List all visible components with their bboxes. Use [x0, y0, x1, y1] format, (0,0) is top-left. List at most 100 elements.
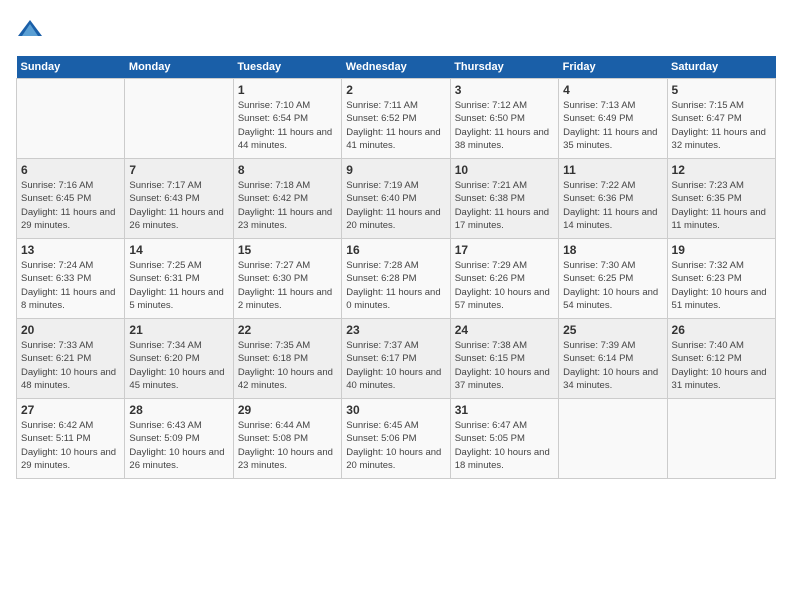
day-info: Sunrise: 7:16 AM Sunset: 6:45 PM Dayligh…: [21, 179, 120, 232]
day-info: Sunrise: 6:47 AM Sunset: 5:05 PM Dayligh…: [455, 419, 554, 472]
day-number: 27: [21, 403, 120, 417]
calendar-cell: 15 Sunrise: 7:27 AM Sunset: 6:30 PM Dayli…: [233, 239, 341, 319]
day-number: 10: [455, 163, 554, 177]
day-info: Sunrise: 6:45 AM Sunset: 5:06 PM Dayligh…: [346, 419, 445, 472]
calendar-week-3: 13Sunrise: 7:24 AM Sunset: 6:33 PM Dayli…: [17, 239, 776, 319]
calendar-cell: 7 Sunrise: 7:17 AM Sunset: 6:43 PM Daylig…: [125, 159, 233, 239]
calendar-cell: 23 Sunrise: 7:37 AM Sunset: 6:17 PM Dayli…: [342, 319, 450, 399]
day-number: 28: [129, 403, 228, 417]
day-info: Sunrise: 7:37 AM Sunset: 6:17 PM Dayligh…: [346, 339, 445, 392]
calendar-cell: 25 Sunrise: 7:39 AM Sunset: 6:14 PM Dayli…: [559, 319, 667, 399]
day-number: 20: [21, 323, 120, 337]
weekday-header-monday: Monday: [125, 56, 233, 79]
day-number: 11: [563, 163, 662, 177]
page-header: [16, 16, 776, 44]
weekday-header-saturday: Saturday: [667, 56, 775, 79]
day-number: 7: [129, 163, 228, 177]
calendar-cell: 9 Sunrise: 7:19 AM Sunset: 6:40 PM Daylig…: [342, 159, 450, 239]
day-number: 18: [563, 243, 662, 257]
day-info: Sunrise: 7:18 AM Sunset: 6:42 PM Dayligh…: [238, 179, 337, 232]
day-info: Sunrise: 7:39 AM Sunset: 6:14 PM Dayligh…: [563, 339, 662, 392]
calendar-cell: 12 Sunrise: 7:23 AM Sunset: 6:35 PM Dayli…: [667, 159, 775, 239]
day-info: Sunrise: 7:21 AM Sunset: 6:38 PM Dayligh…: [455, 179, 554, 232]
day-info: Sunrise: 7:29 AM Sunset: 6:26 PM Dayligh…: [455, 259, 554, 312]
day-info: Sunrise: 7:17 AM Sunset: 6:43 PM Dayligh…: [129, 179, 228, 232]
day-info: Sunrise: 6:44 AM Sunset: 5:08 PM Dayligh…: [238, 419, 337, 472]
weekday-header-thursday: Thursday: [450, 56, 558, 79]
day-number: 5: [672, 83, 771, 97]
day-info: Sunrise: 7:32 AM Sunset: 6:23 PM Dayligh…: [672, 259, 771, 312]
day-number: 9: [346, 163, 445, 177]
day-info: Sunrise: 6:43 AM Sunset: 5:09 PM Dayligh…: [129, 419, 228, 472]
calendar-week-4: 20 Sunrise: 7:33 AM Sunset: 6:21 PM Dayli…: [17, 319, 776, 399]
day-number: 22: [238, 323, 337, 337]
calendar-cell: [667, 399, 775, 479]
day-info: Sunrise: 7:40 AM Sunset: 6:12 PM Dayligh…: [672, 339, 771, 392]
calendar-cell: 21 Sunrise: 7:34 AM Sunset: 6:20 PM Dayli…: [125, 319, 233, 399]
calendar-cell: 24Sunrise: 7:38 AM Sunset: 6:15 PM Dayli…: [450, 319, 558, 399]
calendar-cell: [17, 79, 125, 159]
calendar-cell: 6 Sunrise: 7:16 AM Sunset: 6:45 PM Daylig…: [17, 159, 125, 239]
day-number: 19: [672, 243, 771, 257]
calendar-cell: [125, 79, 233, 159]
day-info: Sunrise: 7:12 AM Sunset: 6:50 PM Dayligh…: [455, 99, 554, 152]
calendar-cell: 17Sunrise: 7:29 AM Sunset: 6:26 PM Dayli…: [450, 239, 558, 319]
weekday-header-friday: Friday: [559, 56, 667, 79]
day-info: Sunrise: 7:10 AM Sunset: 6:54 PM Dayligh…: [238, 99, 337, 152]
day-number: 30: [346, 403, 445, 417]
calendar-cell: 16 Sunrise: 7:28 AM Sunset: 6:28 PM Dayli…: [342, 239, 450, 319]
day-number: 15: [238, 243, 337, 257]
day-number: 25: [563, 323, 662, 337]
calendar-cell: 3Sunrise: 7:12 AM Sunset: 6:50 PM Daylig…: [450, 79, 558, 159]
day-number: 6: [21, 163, 120, 177]
day-number: 31: [455, 403, 554, 417]
day-info: Sunrise: 7:33 AM Sunset: 6:21 PM Dayligh…: [21, 339, 120, 392]
calendar-week-1: 1Sunrise: 7:10 AM Sunset: 6:54 PM Daylig…: [17, 79, 776, 159]
day-number: 12: [672, 163, 771, 177]
calendar-cell: 29 Sunrise: 6:44 AM Sunset: 5:08 PM Dayli…: [233, 399, 341, 479]
weekday-header-wednesday: Wednesday: [342, 56, 450, 79]
day-number: 21: [129, 323, 228, 337]
day-info: Sunrise: 7:13 AM Sunset: 6:49 PM Dayligh…: [563, 99, 662, 152]
calendar-cell: 18Sunrise: 7:30 AM Sunset: 6:25 PM Dayli…: [559, 239, 667, 319]
day-info: Sunrise: 7:23 AM Sunset: 6:35 PM Dayligh…: [672, 179, 771, 232]
day-number: 16: [346, 243, 445, 257]
calendar-cell: 28 Sunrise: 6:43 AM Sunset: 5:09 PM Dayli…: [125, 399, 233, 479]
calendar-week-5: 27 Sunrise: 6:42 AM Sunset: 5:11 PM Dayli…: [17, 399, 776, 479]
day-info: Sunrise: 6:42 AM Sunset: 5:11 PM Dayligh…: [21, 419, 120, 472]
day-number: 23: [346, 323, 445, 337]
day-info: Sunrise: 7:22 AM Sunset: 6:36 PM Dayligh…: [563, 179, 662, 232]
day-info: Sunrise: 7:35 AM Sunset: 6:18 PM Dayligh…: [238, 339, 337, 392]
calendar-cell: 1Sunrise: 7:10 AM Sunset: 6:54 PM Daylig…: [233, 79, 341, 159]
day-info: Sunrise: 7:34 AM Sunset: 6:20 PM Dayligh…: [129, 339, 228, 392]
logo-icon: [16, 16, 44, 44]
calendar-cell: 4 Sunrise: 7:13 AM Sunset: 6:49 PM Daylig…: [559, 79, 667, 159]
calendar-cell: 27 Sunrise: 6:42 AM Sunset: 5:11 PM Dayli…: [17, 399, 125, 479]
calendar-cell: 10 Sunrise: 7:21 AM Sunset: 6:38 PM Dayli…: [450, 159, 558, 239]
day-info: Sunrise: 7:25 AM Sunset: 6:31 PM Dayligh…: [129, 259, 228, 312]
day-number: 26: [672, 323, 771, 337]
calendar-cell: 20 Sunrise: 7:33 AM Sunset: 6:21 PM Dayli…: [17, 319, 125, 399]
day-number: 4: [563, 83, 662, 97]
day-number: 29: [238, 403, 337, 417]
calendar-cell: [559, 399, 667, 479]
calendar-cell: 13Sunrise: 7:24 AM Sunset: 6:33 PM Dayli…: [17, 239, 125, 319]
calendar-cell: 14 Sunrise: 7:25 AM Sunset: 6:31 PM Dayli…: [125, 239, 233, 319]
day-info: Sunrise: 7:28 AM Sunset: 6:28 PM Dayligh…: [346, 259, 445, 312]
day-number: 24: [455, 323, 554, 337]
calendar-cell: 11 Sunrise: 7:22 AM Sunset: 6:36 PM Dayli…: [559, 159, 667, 239]
calendar-cell: 2Sunrise: 7:11 AM Sunset: 6:52 PM Daylig…: [342, 79, 450, 159]
day-info: Sunrise: 7:19 AM Sunset: 6:40 PM Dayligh…: [346, 179, 445, 232]
calendar-cell: 26 Sunrise: 7:40 AM Sunset: 6:12 PM Dayli…: [667, 319, 775, 399]
weekday-header-tuesday: Tuesday: [233, 56, 341, 79]
calendar-week-2: 6 Sunrise: 7:16 AM Sunset: 6:45 PM Daylig…: [17, 159, 776, 239]
day-number: 14: [129, 243, 228, 257]
day-number: 13: [21, 243, 120, 257]
day-info: Sunrise: 7:15 AM Sunset: 6:47 PM Dayligh…: [672, 99, 771, 152]
day-info: Sunrise: 7:27 AM Sunset: 6:30 PM Dayligh…: [238, 259, 337, 312]
calendar-table: SundayMondayTuesdayWednesdayThursdayFrid…: [16, 56, 776, 479]
weekday-header-sunday: Sunday: [17, 56, 125, 79]
logo: [16, 16, 48, 44]
calendar-cell: 8Sunrise: 7:18 AM Sunset: 6:42 PM Daylig…: [233, 159, 341, 239]
calendar-cell: 5 Sunrise: 7:15 AM Sunset: 6:47 PM Daylig…: [667, 79, 775, 159]
